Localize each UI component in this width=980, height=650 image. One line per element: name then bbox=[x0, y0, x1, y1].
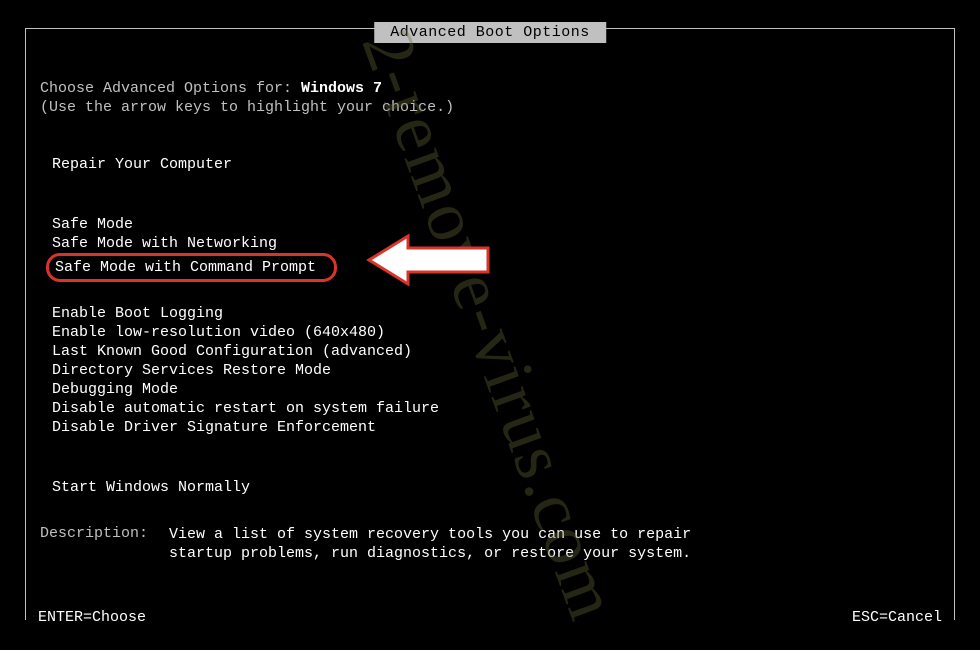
title-bar: Advanced Boot Options bbox=[374, 22, 606, 43]
boot-options-list: Safe Mode Safe Mode with Networking Safe… bbox=[40, 215, 940, 437]
option-ds-restore[interactable]: Directory Services Restore Mode bbox=[52, 361, 940, 380]
option-safe-mode-networking[interactable]: Safe Mode with Networking bbox=[52, 234, 940, 253]
frame-left bbox=[25, 28, 26, 620]
option-boot-logging[interactable]: Enable Boot Logging bbox=[52, 304, 940, 323]
option-low-res-video[interactable]: Enable low-resolution video (640x480) bbox=[52, 323, 940, 342]
option-start-normally[interactable]: Start Windows Normally bbox=[40, 479, 940, 496]
option-safe-mode-cmd[interactable]: Safe Mode with Command Prompt bbox=[46, 253, 337, 282]
choose-for-line: Choose Advanced Options for: Windows 7 bbox=[40, 80, 940, 97]
option-safe-mode[interactable]: Safe Mode bbox=[52, 215, 940, 234]
description-label: Description: bbox=[40, 525, 160, 542]
option-repair-computer[interactable]: Repair Your Computer bbox=[40, 156, 940, 173]
option-disable-driver-sig[interactable]: Disable Driver Signature Enforcement bbox=[52, 418, 940, 437]
os-name: Windows 7 bbox=[301, 80, 382, 97]
option-disable-auto-restart[interactable]: Disable automatic restart on system fail… bbox=[52, 399, 940, 418]
arrow-keys-hint: (Use the arrow keys to highlight your ch… bbox=[40, 99, 940, 116]
footer-bar: ENTER=Choose ESC=Cancel bbox=[38, 609, 942, 626]
description-block: Description: View a list of system recov… bbox=[40, 525, 940, 563]
option-debugging[interactable]: Debugging Mode bbox=[52, 380, 940, 399]
choose-prefix: Choose Advanced Options for: bbox=[40, 80, 301, 97]
footer-esc: ESC=Cancel bbox=[852, 609, 942, 626]
description-text: View a list of system recovery tools you… bbox=[169, 525, 729, 563]
footer-enter: ENTER=Choose bbox=[38, 609, 146, 626]
frame-right bbox=[954, 28, 955, 620]
option-last-known-good[interactable]: Last Known Good Configuration (advanced) bbox=[52, 342, 940, 361]
content-area: Choose Advanced Options for: Windows 7 (… bbox=[40, 80, 940, 496]
